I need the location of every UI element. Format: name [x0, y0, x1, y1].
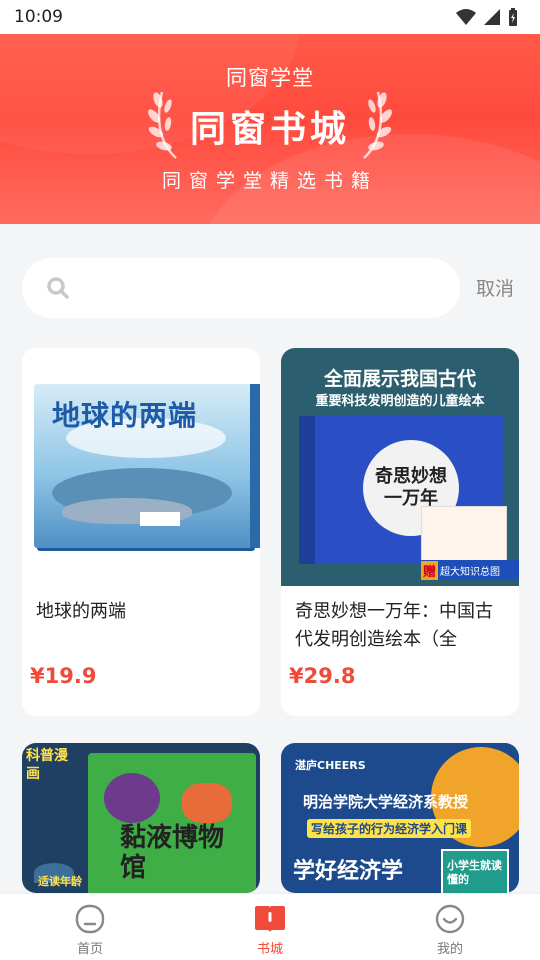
cover-side-text: 小学生就读懂的 — [447, 859, 502, 886]
book-cover-title: 黏液博物馆 — [120, 823, 225, 883]
gift-badge-icon: 赠 — [421, 560, 439, 580]
book-cover-headline: 重要科技发明创造的儿童绘本 — [315, 394, 485, 409]
banner: 同窗学堂 同窗书城 同窗学堂精选书籍 — [0, 34, 540, 224]
tab-mine[interactable]: 我的 — [360, 894, 540, 960]
cover-line: 写给孩子的行为经济学入门课 — [307, 819, 472, 838]
book-title: 地球的两端 — [36, 601, 126, 622]
tab-label: 首页 — [76, 942, 103, 957]
banner-subtitle: 同窗学堂 — [226, 66, 314, 90]
tab-label: 我的 — [436, 942, 463, 957]
book-cover[interactable]: 湛庐CHEERS 明治学院大学经济系教授 写给孩子的行为经济学入门课 学好经济学… — [281, 743, 519, 893]
cover-line: 学好经济学 — [293, 859, 404, 884]
cover-brand: 湛庐CHEERS — [295, 759, 366, 772]
search-box[interactable] — [22, 258, 460, 318]
book-title: 奇思妙想一万年：中国古代发明创造绘本（全 — [295, 601, 493, 650]
cancel-button[interactable]: 取消 — [476, 274, 514, 301]
book-cover[interactable]: 全面展示我国古代 重要科技发明创造的儿童绘本 奇思妙想一万年 赠 超大知识总图 — [281, 348, 519, 586]
tab-label: 书城 — [256, 942, 283, 957]
book-card[interactable]: 地球的两端 地球的两端 ¥19.9 — [22, 348, 260, 716]
status-bar: 10:09 — [0, 0, 540, 34]
tab-home[interactable]: 首页 — [0, 894, 180, 960]
battery-icon — [509, 8, 517, 26]
cover-age-label: 适读年龄 — [38, 875, 82, 888]
book-card[interactable]: 全面展示我国古代 重要科技发明创造的儿童绘本 奇思妙想一万年 赠 超大知识总图 … — [281, 348, 519, 716]
wifi-icon — [456, 9, 476, 25]
cover-gift-badge: 赠 超大知识总图 — [421, 560, 519, 580]
home-face-icon — [75, 904, 105, 934]
book-price: ¥29.8 — [289, 664, 356, 688]
cover-category-tag: 科普漫画 — [26, 748, 68, 782]
book-card[interactable]: 科普漫画 黏液博物馆 适读年龄 — [22, 743, 260, 893]
banner-title: 同窗书城 — [189, 109, 350, 150]
banner-tagline: 同窗学堂精选书籍 — [161, 170, 378, 192]
search-input[interactable] — [82, 258, 460, 318]
signal-icon — [484, 9, 500, 25]
status-time: 10:09 — [14, 7, 63, 27]
search-icon — [47, 277, 69, 299]
cover-line: 明治学院大学经济系教授 — [303, 793, 469, 811]
bottom-tab-bar: 首页 书城 我的 — [0, 893, 540, 960]
tab-bookstore[interactable]: 书城 — [180, 894, 360, 960]
status-icons — [456, 8, 518, 26]
smile-icon — [435, 904, 465, 934]
book-cover-title: 奇思妙想一万年 — [375, 466, 447, 509]
book-price: ¥19.9 — [30, 664, 97, 688]
gift-badge-text: 超大知识总图 — [440, 566, 501, 578]
book-card[interactable]: 湛庐CHEERS 明治学院大学经济系教授 写给孩子的行为经济学入门课 学好经济学… — [281, 743, 519, 893]
book-cover[interactable]: 科普漫画 黏液博物馆 适读年龄 — [22, 743, 260, 893]
book-cover-headline: 全面展示我国古代 — [323, 368, 476, 390]
book-cover-title: 地球的两端 — [52, 399, 198, 432]
book-icon — [255, 906, 285, 932]
book-cover[interactable]: 地球的两端 — [22, 348, 260, 586]
